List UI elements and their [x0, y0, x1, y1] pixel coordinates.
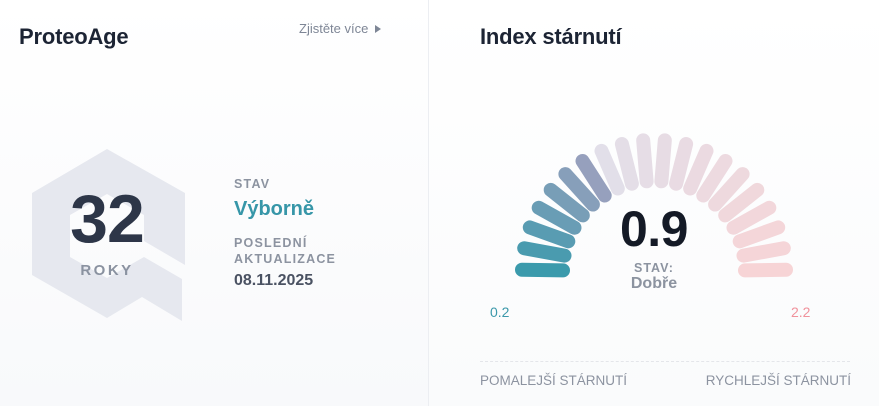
- learn-more-label: Zjistěte více: [299, 21, 369, 36]
- last-update-value: 08.11.2025: [234, 272, 314, 289]
- gauge-segment-inactive: [654, 133, 672, 189]
- proteoage-card: ProteoAge Zjistěte více 32 ROKY STAV Výb…: [0, 0, 429, 406]
- proteoage-title: ProteoAge: [19, 24, 129, 49]
- gauge-segment-inactive: [614, 137, 639, 191]
- gauge-segment-inactive: [669, 137, 694, 191]
- aging-index-card: Index stárnutí 0.9 STAV: Dobře 0.2 2.2 P…: [429, 0, 879, 406]
- gauge-status-label: STAV:: [634, 261, 674, 275]
- age-unit: ROKY: [80, 262, 134, 279]
- chevron-right-icon: [375, 24, 382, 33]
- gauge-max-label: 2.2: [791, 304, 811, 320]
- gauge-segment-inactive: [636, 133, 654, 189]
- last-update-label: POSLEDNÍ AKTUALIZACE: [234, 236, 337, 266]
- gauge-value: 0.9: [619, 201, 689, 257]
- age-info: STAV Výborně POSLEDNÍ AKTUALIZACE 08.11.…: [234, 176, 364, 290]
- age-value: 32: [70, 181, 145, 257]
- age-badge: 32 ROKY: [24, 145, 190, 327]
- status-value: Výborně: [234, 198, 315, 220]
- status-label: STAV: [234, 177, 271, 191]
- legend-divider: [480, 361, 850, 362]
- gauge-status-value: Dobře: [630, 275, 678, 292]
- legend-faster: RYCHLEJŠÍ STÁRNUTÍ: [705, 373, 851, 388]
- learn-more-link[interactable]: Zjistěte více: [299, 21, 382, 36]
- gauge-min-label: 0.2: [490, 304, 510, 320]
- dashboard: ProteoAge Zjistěte více 32 ROKY STAV Výb…: [0, 0, 879, 406]
- legend-slower: POMALEJŠÍ STÁRNUTÍ: [480, 373, 628, 388]
